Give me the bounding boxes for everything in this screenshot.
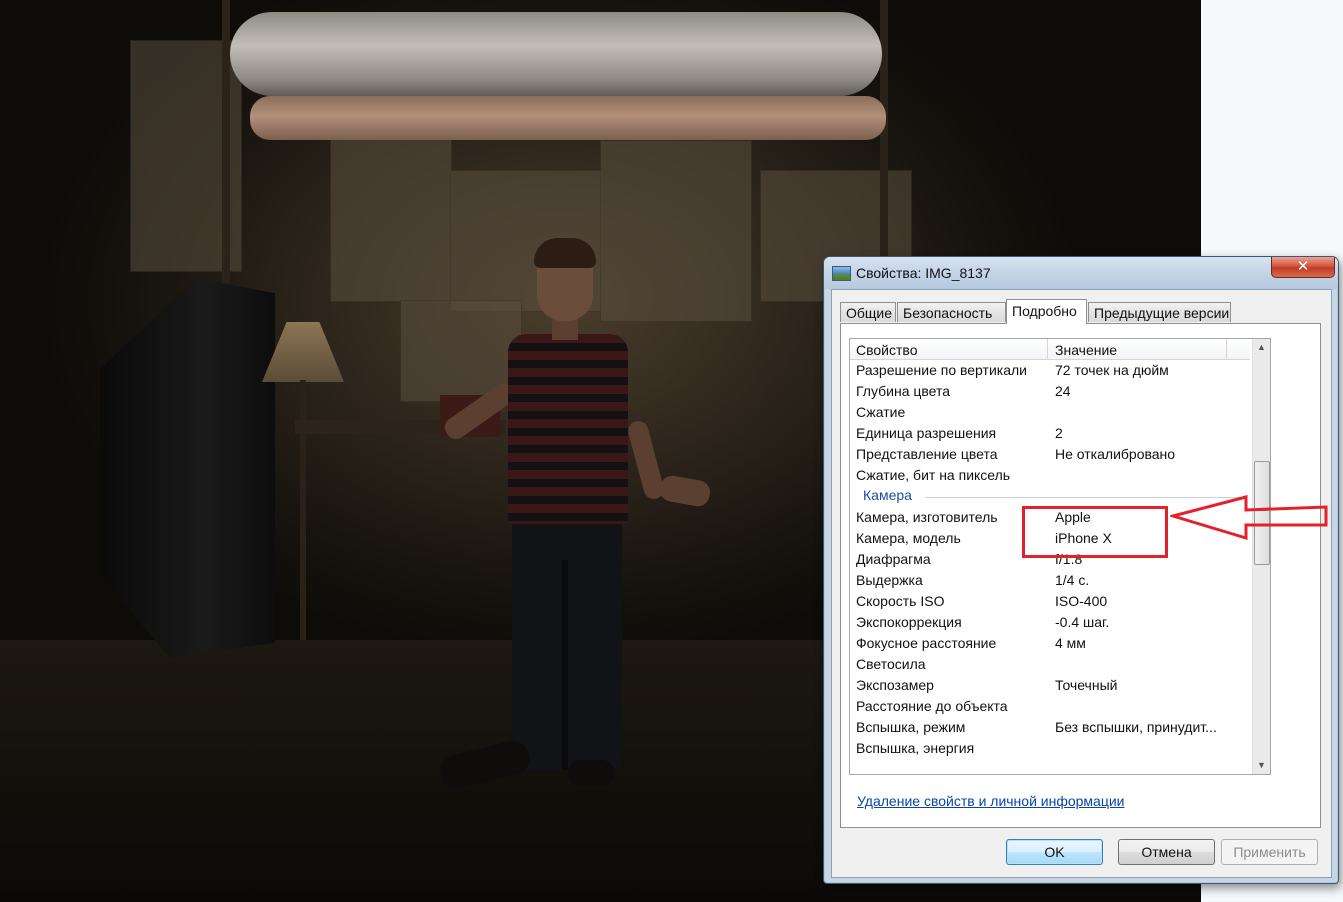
property-value: ISO-400: [1055, 593, 1108, 609]
list-row[interactable]: Сжатие, бит на пиксель: [850, 465, 1250, 486]
list-row[interactable]: Светосила: [850, 654, 1250, 675]
apply-button[interactable]: Применить: [1221, 839, 1318, 865]
property-name: Камера, изготовитель: [856, 509, 998, 525]
property-name: Светосила: [856, 656, 926, 672]
property-name: Вспышка, режим: [856, 719, 966, 735]
person-legs: [512, 520, 622, 770]
list-row[interactable]: Экспозамер Точечный: [850, 675, 1250, 696]
annotation-highlight-box: [1022, 506, 1168, 558]
newspaper-wall: [600, 140, 752, 322]
list-row[interactable]: Выдержка 1/4 с.: [850, 570, 1250, 591]
softbox: [100, 278, 275, 658]
tab-security[interactable]: Безопасность: [897, 302, 1006, 322]
list-row[interactable]: Вспышка, энергия: [850, 738, 1250, 759]
property-name: Разрешение по вертикали: [856, 362, 1027, 378]
list-rows: Разрешение по вертикали 72 точек на дюйм …: [850, 360, 1250, 759]
property-value: 72 точек на дюйм: [1055, 362, 1169, 378]
backdrop-roll-white: [230, 12, 882, 96]
property-value: Без вспышки, принудит...: [1055, 719, 1217, 735]
dialog-client-area: Общие Безопасность Подробно Предыдущие в…: [831, 289, 1332, 878]
list-row[interactable]: Сжатие: [850, 402, 1250, 423]
property-value: 4 мм: [1055, 635, 1086, 651]
remove-properties-link[interactable]: Удаление свойств и личной информации: [857, 793, 1125, 809]
list-row[interactable]: Скорость ISO ISO-400: [850, 591, 1250, 612]
list-row[interactable]: Расстояние до объекта: [850, 696, 1250, 717]
ok-button[interactable]: OK: [1006, 839, 1103, 865]
property-name: Единица разрешения: [856, 425, 997, 441]
scroll-up-arrow-icon[interactable]: ▲: [1253, 339, 1270, 356]
property-value: Точечный: [1055, 677, 1118, 693]
list-row[interactable]: Вспышка, режим Без вспышки, принудит...: [850, 717, 1250, 738]
cancel-button[interactable]: Отмена: [1118, 839, 1215, 865]
dialog-titlebar[interactable]: Свойства: IMG_8137 ✕: [824, 257, 1338, 289]
property-name: Вспышка, энергия: [856, 740, 975, 756]
property-value: 1/4 с.: [1055, 572, 1090, 588]
list-header: Свойство Значение: [850, 339, 1250, 360]
property-name: Выдержка: [856, 572, 923, 588]
list-row[interactable]: Фокусное расстояние 4 мм: [850, 633, 1250, 654]
property-name: Фокусное расстояние: [856, 635, 997, 651]
list-row[interactable]: Глубина цвета 24: [850, 381, 1250, 402]
property-name: Сжатие: [856, 404, 906, 420]
property-value: -0.4 шаг.: [1055, 614, 1110, 630]
person-hair: [534, 238, 596, 268]
newspaper-wall: [330, 130, 452, 302]
property-name: Экспозамер: [856, 677, 934, 693]
column-header-property[interactable]: Свойство: [856, 342, 917, 358]
list-row[interactable]: Представление цвета Не откалибровано: [850, 444, 1250, 465]
column-divider[interactable]: [1047, 339, 1048, 359]
property-name: Диафрагма: [856, 551, 931, 567]
property-name: Сжатие, бит на пиксель: [856, 467, 1011, 483]
close-button[interactable]: ✕: [1271, 257, 1335, 278]
lamp-stand: [300, 380, 306, 640]
scroll-down-arrow-icon[interactable]: ▼: [1253, 757, 1270, 774]
column-divider[interactable]: [1226, 339, 1227, 359]
image-file-icon: [832, 266, 851, 281]
property-name: Расстояние до объекта: [856, 698, 1008, 714]
property-value: 2: [1055, 425, 1063, 441]
property-name: Экспокоррекция: [856, 614, 962, 630]
property-value: 24: [1055, 383, 1071, 399]
vertical-scrollbar[interactable]: ▲ ▼: [1252, 339, 1270, 774]
column-header-value[interactable]: Значение: [1055, 342, 1117, 358]
list-row[interactable]: Единица разрешения 2: [850, 423, 1250, 444]
tab-general[interactable]: Общие: [840, 302, 896, 322]
property-name: Скорость ISO: [856, 593, 945, 609]
person-striped-shirt: [508, 334, 628, 524]
property-name: Представление цвета: [856, 446, 998, 462]
list-row[interactable]: Разрешение по вертикали 72 точек на дюйм: [850, 360, 1250, 381]
tab-previous-versions[interactable]: Предыдущие версии: [1088, 302, 1231, 322]
tab-details[interactable]: Подробно: [1006, 299, 1087, 324]
annotation-arrow-icon: [1170, 495, 1328, 541]
person-hand: [658, 473, 712, 509]
person-shoe: [568, 760, 614, 786]
list-row[interactable]: Экспокоррекция -0.4 шаг.: [850, 612, 1250, 633]
backdrop-roll-pink: [250, 96, 886, 140]
properties-dialog: Свойства: IMG_8137 ✕ Общие Безопасность …: [823, 256, 1339, 884]
property-value: Не откалибровано: [1055, 446, 1176, 462]
property-name: Камера, модель: [856, 530, 961, 546]
property-name: Глубина цвета: [856, 383, 951, 399]
dialog-title: Свойства: IMG_8137: [856, 265, 991, 281]
group-label: Камера: [863, 487, 912, 503]
